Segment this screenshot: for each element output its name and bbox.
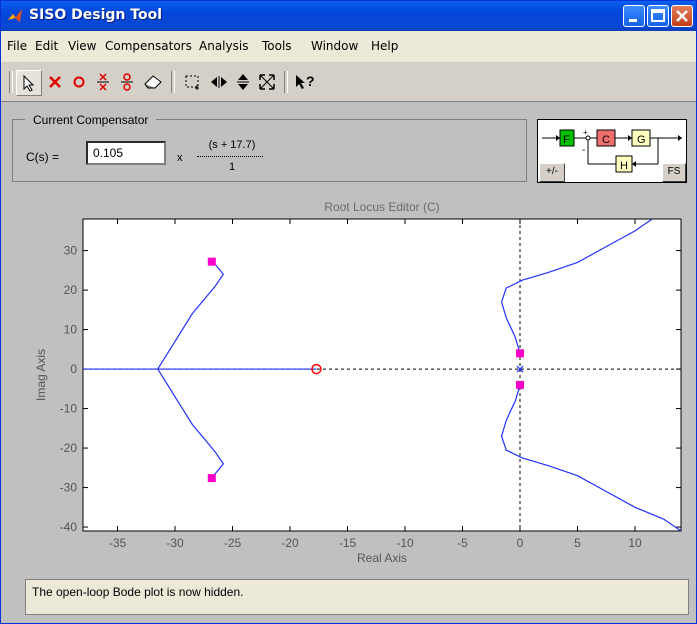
feedback-diagram[interactable]: F + - C G H +/- FS — [537, 119, 687, 183]
fit-view-button[interactable] — [255, 70, 279, 94]
close-button[interactable] — [671, 5, 693, 27]
close-icon — [676, 10, 688, 22]
menu-window[interactable]: Window — [311, 39, 358, 53]
title-bar[interactable]: SISO Design Tool — [1, 1, 696, 31]
pole-x-icon — [49, 76, 61, 88]
y-tick-label: 10 — [64, 323, 78, 337]
closed-loop-pole[interactable] — [516, 380, 524, 389]
menu-analysis[interactable]: Analysis — [199, 39, 248, 53]
x-tick-label: -15 — [339, 536, 357, 550]
compensator-numerator: (s + 17.7) — [208, 139, 256, 151]
status-bar: The open-loop Bode plot is now hidden. — [25, 579, 689, 615]
gain-input[interactable] — [86, 141, 166, 165]
zoom-x-icon — [211, 76, 227, 88]
arrow-cursor-icon — [23, 74, 35, 92]
closed-loop-pole[interactable] — [207, 257, 216, 266]
menu-compensators[interactable]: Compensators — [105, 39, 192, 53]
zoom-x-button[interactable] — [207, 70, 231, 94]
menu-edit[interactable]: Edit — [35, 39, 58, 53]
closed-loop-pole[interactable] — [516, 349, 524, 358]
x-axis-label: Real Axis — [357, 551, 407, 565]
plot-area[interactable] — [82, 218, 682, 532]
block-c-label: C — [602, 134, 610, 146]
root-locus-plot[interactable]: -35 -30 -25 -20 -15 -10 -5 0 5 10 30 20 10 0 -10 -20 -30… — [1, 211, 697, 583]
compensator-denominator: 1 — [228, 161, 236, 173]
toolbar-separator — [171, 71, 175, 93]
y-tick-label: -40 — [60, 520, 78, 534]
add-complex-zeros-button[interactable] — [115, 70, 139, 94]
zoom-y-icon — [237, 74, 249, 90]
complex-poles-icon — [97, 73, 109, 91]
y-tick-label: 30 — [64, 244, 78, 258]
block-f-label: F — [563, 134, 570, 146]
x-tick-label: -25 — [224, 536, 242, 550]
add-complex-poles-button[interactable] — [91, 70, 115, 94]
fs-button[interactable]: FS — [662, 163, 686, 182]
x-tick-label: -35 — [109, 536, 127, 550]
select-tool-button[interactable] — [16, 70, 42, 96]
zoom-box-icon — [185, 75, 199, 90]
siso-window: SISO Design Tool File Edit View Compensa… — [0, 0, 697, 624]
x-tick-label: -10 — [396, 536, 414, 550]
y-tick-label: 0 — [70, 362, 77, 376]
x-tick-label: -30 — [166, 536, 184, 550]
add-pole-button[interactable] — [43, 70, 67, 94]
toolbar-grip — [9, 71, 13, 93]
sum-plus-sign: + — [583, 128, 588, 137]
compensator-label: C(s) = — [26, 150, 59, 164]
toolbar-separator — [284, 71, 288, 93]
menu-tools[interactable]: Tools — [262, 39, 292, 53]
erase-button[interactable] — [141, 70, 165, 94]
fit-view-icon — [259, 74, 275, 90]
zero-circle-icon — [73, 76, 85, 88]
fraction-line — [197, 156, 263, 157]
minimize-button[interactable] — [623, 5, 645, 27]
complex-zeros-icon — [121, 73, 133, 91]
compensator-panel-legend: Current Compensator — [25, 113, 157, 127]
matlab-logo-icon — [8, 9, 22, 22]
window-title: SISO Design Tool — [29, 7, 162, 23]
y-tick-label: 20 — [64, 283, 78, 297]
block-h-label: H — [620, 160, 628, 172]
sum-minus-sign: - — [582, 145, 585, 156]
menu-file[interactable]: File — [7, 39, 27, 53]
help-cursor-icon: ? — [296, 73, 315, 89]
whats-this-button[interactable]: ? — [293, 70, 317, 94]
y-tick-label: -10 — [60, 402, 78, 416]
x-tick-label: 0 — [517, 536, 524, 550]
closed-loop-pole[interactable] — [207, 474, 216, 483]
x-tick-label: -5 — [457, 536, 468, 550]
block-g-label: G — [637, 134, 646, 146]
zoom-y-button[interactable] — [231, 70, 255, 94]
y-axis-label: Imag Axis — [34, 349, 48, 401]
add-zero-button[interactable] — [67, 70, 91, 94]
x-tick-label: 5 — [574, 536, 581, 550]
toolbar: ? — [1, 63, 696, 102]
eraser-icon — [144, 75, 162, 89]
menu-view[interactable]: View — [68, 39, 96, 53]
y-tick-label: -30 — [60, 481, 78, 495]
sign-toggle-button[interactable]: +/- — [539, 163, 565, 182]
zoom-box-button[interactable] — [181, 70, 205, 94]
maximize-button[interactable] — [647, 5, 669, 27]
svg-text:?: ? — [306, 73, 315, 89]
menu-bar: File Edit View Compensators Analysis Too… — [1, 31, 696, 63]
multiply-sign: x — [177, 152, 183, 164]
y-tick-label: -20 — [60, 441, 78, 455]
x-tick-label: 10 — [628, 536, 642, 550]
menu-help[interactable]: Help — [371, 39, 398, 53]
minimize-icon — [629, 19, 637, 22]
x-tick-label: -20 — [281, 536, 299, 550]
maximize-icon — [651, 9, 665, 22]
